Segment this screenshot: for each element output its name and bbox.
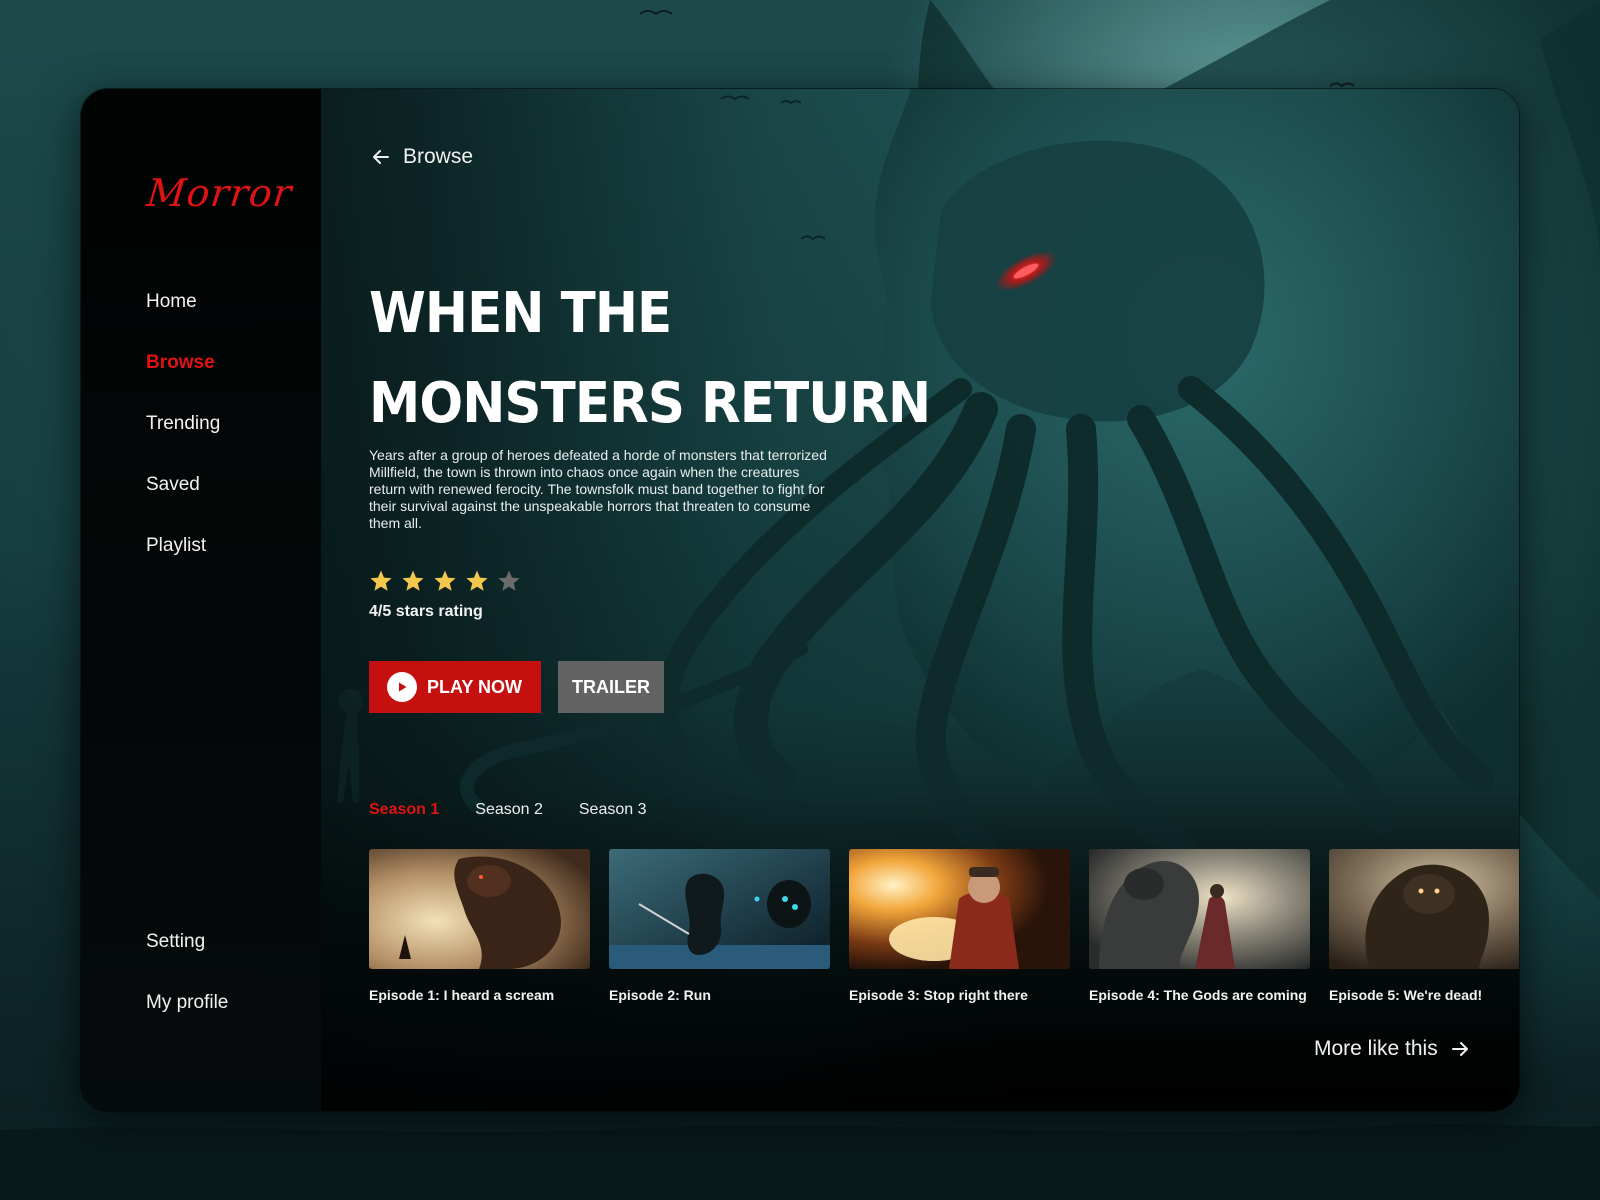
more-like-this-link[interactable]: More like this xyxy=(1314,1037,1470,1061)
episode-thumbnail xyxy=(1089,849,1310,969)
back-label: Browse xyxy=(403,145,474,168)
play-now-button[interactable]: PLAY NOW xyxy=(369,661,541,713)
star-icon xyxy=(402,570,424,591)
show-description: Years after a group of heroes defeated a… xyxy=(369,447,827,531)
more-like-this-label: More like this xyxy=(1314,1037,1438,1060)
episode-card-4[interactable]: Episode 4: The Gods are coming xyxy=(1089,849,1310,1003)
episode-thumbnail xyxy=(1329,849,1519,969)
episode-thumbnail xyxy=(609,849,830,969)
season-tabs: Season 1 Season 2 Season 3 xyxy=(369,801,646,819)
star-icon xyxy=(370,570,392,591)
star-icon xyxy=(466,570,488,591)
sidebar: Morror Home Browse Trending Saved Playli… xyxy=(81,89,321,1111)
arrow-left-icon xyxy=(373,150,389,164)
sidebar-item-browse[interactable]: Browse xyxy=(146,352,215,374)
episode-card-2[interactable]: Episode 2: Run xyxy=(609,849,830,1003)
episode-title: Episode 1: I heard a scream xyxy=(369,987,555,1003)
sidebar-item-setting[interactable]: Setting xyxy=(146,931,205,953)
episode-title: Episode 2: Run xyxy=(609,987,711,1003)
app-logo[interactable]: Morror xyxy=(145,171,295,215)
show-title-line-2: MONSTERS RETURN xyxy=(369,371,931,436)
episode-title: Episode 3: Stop right there xyxy=(849,987,1028,1003)
episode-card-1[interactable]: Episode 1: I heard a scream xyxy=(369,849,590,1003)
star-rating xyxy=(369,569,521,593)
sidebar-item-saved[interactable]: Saved xyxy=(146,474,200,496)
star-empty-icon xyxy=(498,570,520,591)
sidebar-item-playlist[interactable]: Playlist xyxy=(146,535,206,557)
episode-title: Episode 5: We're dead! xyxy=(1329,987,1483,1003)
episode-card-3[interactable]: Episode 3: Stop right there xyxy=(849,849,1070,1003)
arrow-right-icon xyxy=(1451,1042,1468,1056)
app-window: Morror Home Browse Trending Saved Playli… xyxy=(80,88,1520,1112)
episode-title: Episode 4: The Gods are coming xyxy=(1089,987,1307,1003)
tab-season-2[interactable]: Season 2 xyxy=(475,801,543,819)
show-title-line-1: WHEN THE xyxy=(369,281,672,346)
trailer-button[interactable]: TRAILER xyxy=(558,661,664,713)
play-icon xyxy=(387,672,417,702)
show-title: WHEN THE MONSTERS RETURN xyxy=(369,269,931,449)
trailer-label: TRAILER xyxy=(572,676,650,697)
star-icon xyxy=(434,570,456,591)
episode-list: Episode 1: I heard a scream Episode 2: R… xyxy=(369,849,1519,1009)
tab-season-3[interactable]: Season 3 xyxy=(579,801,647,819)
rating-label: 4/5 stars rating xyxy=(369,603,483,620)
episode-card-5[interactable]: Episode 5: We're dead! xyxy=(1329,849,1519,1003)
play-now-label: PLAY NOW xyxy=(427,676,523,697)
tab-season-1[interactable]: Season 1 xyxy=(369,801,439,819)
sidebar-item-trending[interactable]: Trending xyxy=(146,413,220,435)
back-link[interactable]: Browse xyxy=(371,145,473,169)
sidebar-item-home[interactable]: Home xyxy=(146,291,197,313)
episode-thumbnail xyxy=(849,849,1070,969)
episode-thumbnail xyxy=(369,849,590,969)
sidebar-item-my-profile[interactable]: My profile xyxy=(146,992,228,1014)
